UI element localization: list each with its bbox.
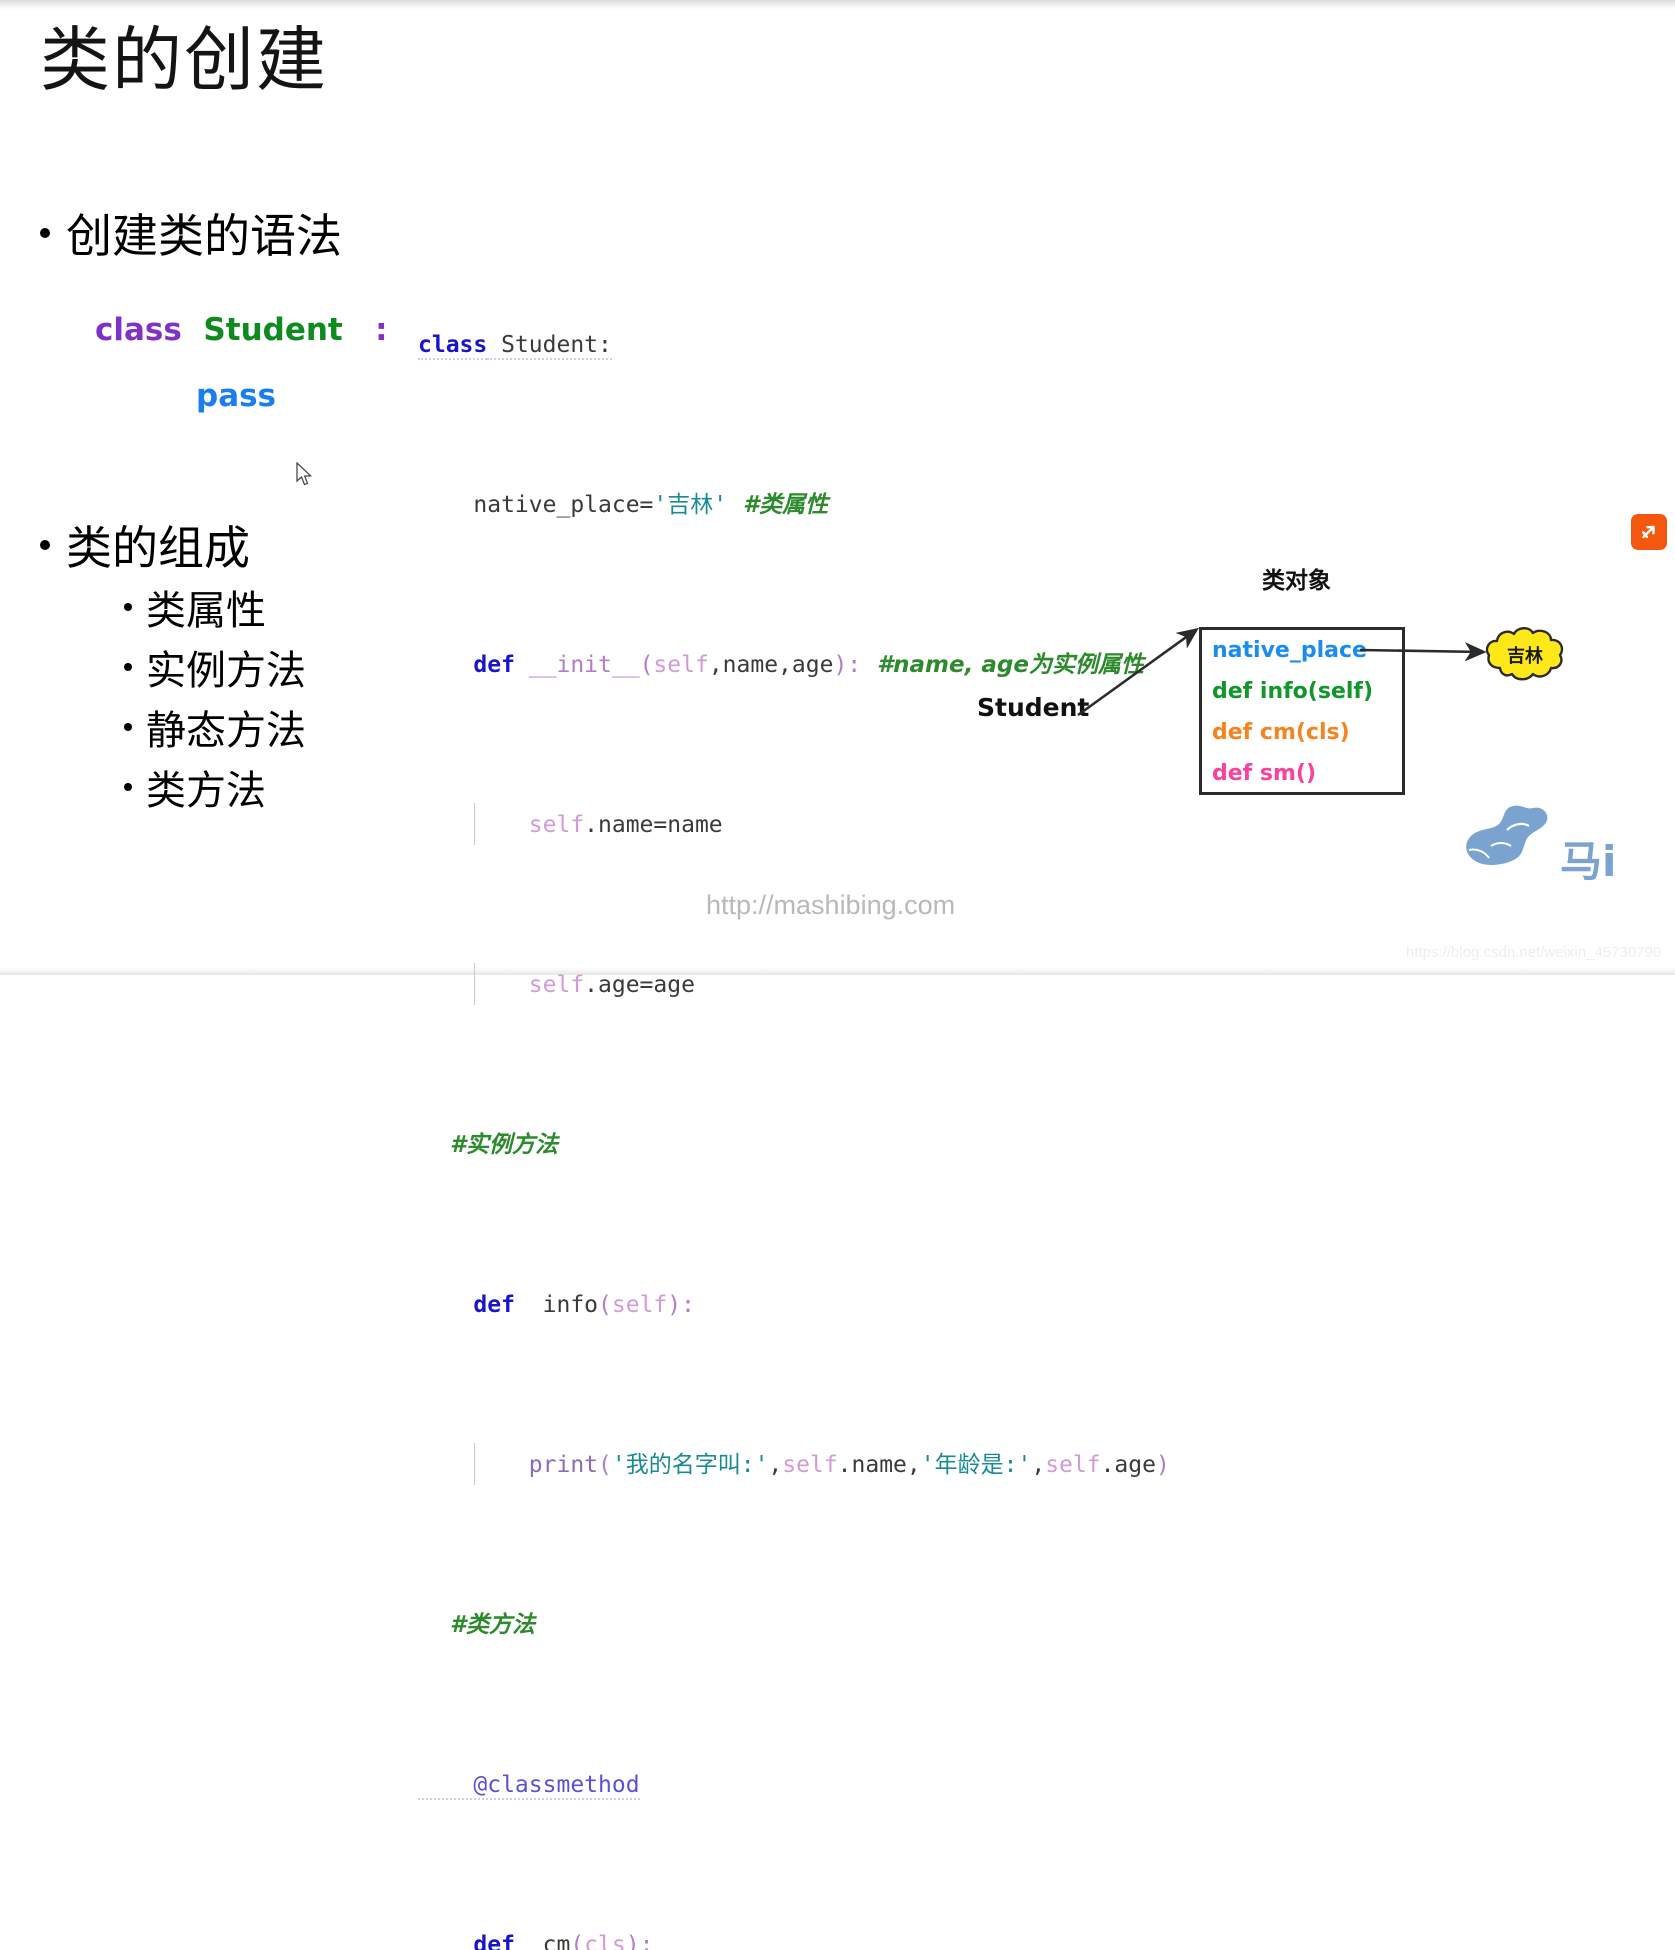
code-decorator-classmethod: @classmethod	[418, 1772, 640, 1800]
box-member-native-place: native_place	[1212, 638, 1367, 663]
mini-keyword-class: class	[95, 312, 182, 348]
code-param-self: self	[653, 652, 709, 678]
code-classname-student: Student:	[487, 332, 612, 360]
sub-item-label: 静态方法	[146, 708, 306, 754]
code-line-print-info: print('我的名字叫:',self.name,'年龄是:',self.age…	[418, 1443, 1170, 1485]
code-comment-instance-method: #实例方法	[418, 1132, 559, 1158]
code-line-comment-class-method: #类方法	[418, 1605, 1170, 1645]
code-keyword-def: def	[418, 1292, 529, 1318]
code-line-self-age: self.age=age	[418, 963, 1170, 1005]
bullet-dot-icon	[124, 603, 132, 611]
code-keyword-class: class	[418, 332, 488, 360]
csdn-blog-watermark: https://blog.csdn.net/weixin_45730790	[1406, 944, 1662, 961]
code-line-init-def: def __init__(self,name,age): #name, age为…	[418, 645, 1170, 685]
code-param-cls: cls	[584, 1932, 626, 1950]
bullet-dot-icon	[40, 540, 50, 550]
code-string-jilin: '吉林'	[653, 492, 728, 518]
sub-item-label: 类属性	[146, 588, 266, 634]
code-paren-close: )	[1155, 1452, 1170, 1478]
code-listing: class Student: native_place='吉林' #类属性 de…	[418, 205, 1170, 1950]
bullet-class-composition: 类的组成	[40, 512, 250, 578]
sub-item-instance-method: 实例方法	[124, 638, 306, 696]
class-object-box: native_place def info(self) def cm(cls) …	[1199, 627, 1405, 795]
box-member-def-cm: def cm(cls)	[1212, 720, 1350, 745]
sub-item-label: 类方法	[146, 768, 266, 814]
arrow-glyph-icon	[1642, 525, 1655, 539]
bullet-dot-icon	[40, 228, 50, 238]
code-line-class-student: class Student:	[418, 325, 1170, 365]
code-line-decorator-classmethod: @classmethod	[418, 1765, 1170, 1805]
page-title: 类的创建	[40, 19, 328, 101]
code-comma: ,	[1031, 1452, 1046, 1478]
code-comma: ,	[906, 1452, 921, 1478]
code-line-self-name: self.name=name	[418, 803, 1170, 845]
code-paren-open: (	[639, 652, 654, 678]
code-function-cm: cm	[528, 1932, 571, 1950]
code-keyword-def: def	[418, 652, 529, 678]
sub-item-static-method: 静态方法	[124, 698, 306, 756]
code-function-init: __init__	[528, 652, 640, 678]
mini-classname: Student	[203, 312, 343, 348]
code-line-comment-instance-method: #实例方法	[418, 1125, 1170, 1165]
sub-item-class-method: 类方法	[124, 758, 266, 816]
code-line-def-info: def info(self):	[418, 1285, 1170, 1325]
bullet-dot-icon	[124, 783, 132, 791]
sub-item-class-attribute: 类属性	[124, 578, 266, 636]
mini-code-snippet: class Student :	[95, 315, 388, 346]
sub-item-label: 实例方法	[146, 648, 306, 694]
code-line-native-place: native_place='吉林' #类属性	[418, 485, 1170, 525]
code-attr-native-place: native_place=	[418, 492, 654, 518]
diagram-label-student: Student	[977, 693, 1090, 722]
cloud-shape-icon	[1485, 627, 1564, 681]
mouse-cursor-icon	[296, 462, 313, 486]
code-string-my-name: '我的名字叫:'	[611, 1452, 769, 1478]
diagram-title-class-object: 类对象	[1262, 568, 1331, 594]
code-attr-age: .age	[1100, 1452, 1156, 1478]
code-function-info: info	[528, 1292, 599, 1318]
code-comma: ,	[768, 1452, 783, 1478]
bullet-dot-icon	[124, 723, 132, 731]
code-paren-open: (	[570, 1932, 585, 1950]
mashibing-logo-text: 马i	[1560, 837, 1617, 886]
code-paren-close: ):	[625, 1932, 654, 1950]
code-self-token: self	[782, 1452, 838, 1478]
code-comment-class-attribute: #类属性	[727, 492, 829, 518]
top-edge-gradient	[0, 0, 1675, 10]
code-paren-open: (	[598, 1292, 612, 1318]
box-member-def-sm: def sm()	[1212, 761, 1317, 786]
code-comment-class-method: #类方法	[418, 1612, 536, 1638]
code-paren-open: (	[598, 1452, 612, 1478]
code-self-token: self	[1045, 1452, 1101, 1478]
code-paren-close: ):	[833, 652, 862, 678]
code-assign-name: .name=name	[584, 812, 723, 838]
code-self-token: self	[418, 812, 585, 838]
mashibing-logo: 马i	[1455, 800, 1675, 905]
mini-colon: :	[375, 312, 388, 348]
code-param-self: self	[611, 1292, 668, 1318]
bullet-dot-icon	[124, 663, 132, 671]
code-paren-close: ):	[667, 1292, 695, 1318]
mashibing-url-watermark: http://mashibing.com	[706, 890, 956, 920]
horse-head-logo-icon	[1466, 805, 1548, 865]
code-string-my-age: '年龄是:'	[920, 1452, 1032, 1478]
code-params-name-age: ,name,age	[708, 652, 834, 678]
bullet-class-composition-label: 类的组成	[66, 521, 250, 575]
bullet-create-syntax: 创建类的语法	[40, 200, 342, 266]
code-line-def-cm: def cm(cls):	[418, 1925, 1170, 1950]
mini-body-pass: pass	[196, 378, 277, 414]
box-member-def-info: def info(self)	[1212, 679, 1374, 704]
baidu-arrow-icon[interactable]	[1631, 514, 1667, 550]
code-keyword-def: def	[418, 1932, 529, 1950]
code-call-print: print	[418, 1452, 599, 1478]
code-assign-age: .age=age	[584, 972, 695, 998]
code-self-token: self	[418, 972, 585, 998]
code-attr-name: .name	[837, 1452, 907, 1478]
code-comment-instance-attributes: #name, age为实例属性	[861, 652, 1144, 678]
bullet-create-syntax-label: 创建类的语法	[66, 209, 342, 263]
